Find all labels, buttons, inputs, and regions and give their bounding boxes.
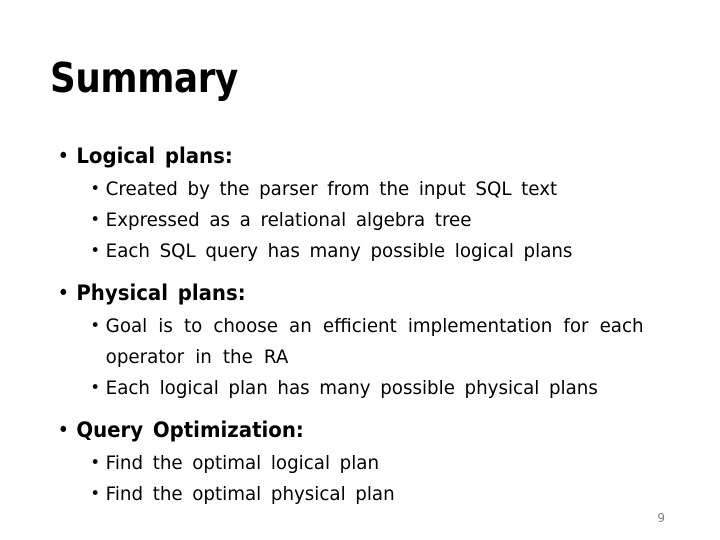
slide-body: • Logical plans: • Created by the parser… — [50, 143, 690, 510]
list-item: • Find the optimal physical plan — [50, 479, 664, 510]
level2-bullet-label: Each logical plan has many possible phys… — [105, 377, 598, 399]
level1-bullet-logical-plans: • Logical plans: — [50, 143, 652, 170]
level2-bullet-label: Goal is to choose an efficient implement… — [105, 315, 644, 368]
bullet-dot-icon: • — [57, 281, 70, 305]
level2-bullet-label: Expressed as a relational algebra tree — [105, 209, 472, 231]
list-item: • Find the optimal logical plan — [50, 448, 664, 479]
list-item: • Each SQL query has many possible logic… — [50, 236, 664, 267]
page-title: Summary — [50, 54, 238, 102]
level2-bullet-label: Created by the parser from the input SQL… — [105, 178, 558, 200]
bullet-group-query-optimization: • Query Optimization: • Find the optimal… — [50, 417, 690, 510]
bullet-dot-icon: • — [90, 484, 100, 504]
bullet-dot-icon: • — [90, 453, 100, 473]
list-item: • Expressed as a relational algebra tree — [50, 205, 664, 236]
bullet-dot-icon: • — [90, 210, 100, 230]
bullet-dot-icon: • — [90, 378, 100, 398]
level1-bullet-label: Logical plans: — [76, 144, 233, 168]
level2-bullet-label: Find the optimal logical plan — [105, 452, 380, 474]
level2-list-physical-plans: • Goal is to choose an efficient impleme… — [50, 311, 690, 404]
level2-bullet-label: Find the optimal physical plan — [105, 483, 395, 505]
level1-bullet-physical-plans: • Physical plans: — [50, 280, 652, 307]
level2-list-query-optimization: • Find the optimal logical plan • Find t… — [50, 448, 690, 510]
level2-bullet-label: Each SQL query has many possible logical… — [105, 240, 573, 262]
level1-bullet-label: Physical plans: — [76, 281, 246, 305]
list-item: • Goal is to choose an efficient impleme… — [50, 311, 664, 373]
bullet-dot-icon: • — [90, 241, 100, 261]
bullet-dot-icon: • — [57, 144, 70, 168]
bullet-group-physical-plans: • Physical plans: • Goal is to choose an… — [50, 280, 690, 404]
page-number: 9 — [657, 511, 665, 525]
bullet-dot-icon: • — [90, 316, 100, 336]
level1-bullet-label: Query Optimization: — [76, 418, 304, 442]
bullet-dot-icon: • — [57, 418, 70, 442]
slide-canvas: Summary • Logical plans: • Created by th… — [0, 0, 720, 540]
bullet-group-logical-plans: • Logical plans: • Created by the parser… — [50, 143, 690, 267]
level2-list-logical-plans: • Created by the parser from the input S… — [50, 174, 690, 267]
level1-bullet-query-optimization: • Query Optimization: — [50, 417, 652, 444]
list-item: • Created by the parser from the input S… — [50, 174, 664, 205]
list-item: • Each logical plan has many possible ph… — [50, 373, 664, 404]
bullet-dot-icon: • — [90, 179, 100, 199]
